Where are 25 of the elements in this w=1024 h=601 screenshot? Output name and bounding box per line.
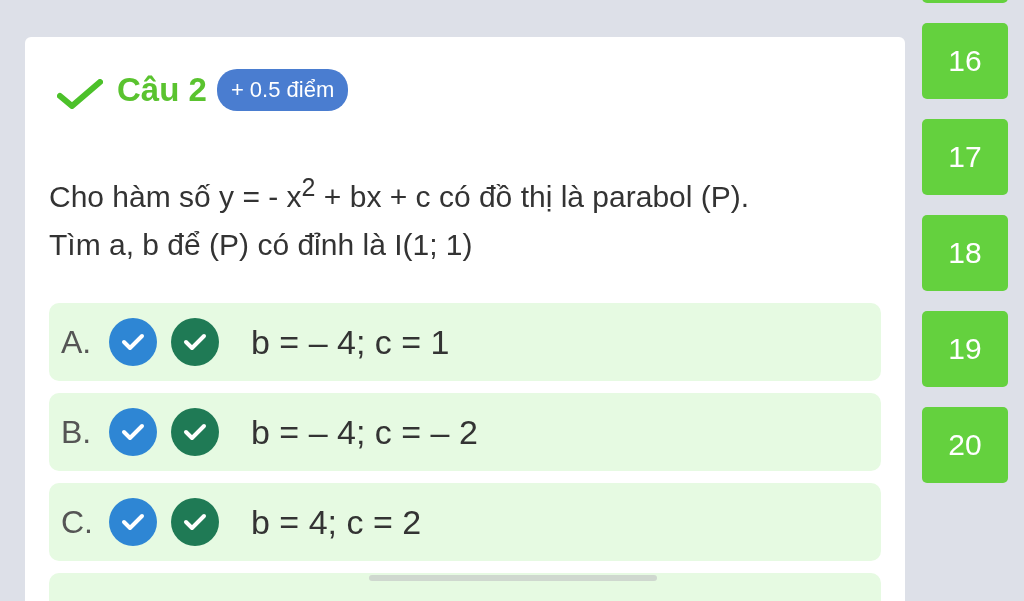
check-circle-icon <box>109 408 157 456</box>
check-circle-icon <box>171 498 219 546</box>
question-text: Tìm a, b để (P) có đỉnh là I(1; 1) <box>49 227 474 263</box>
option-letter: B. <box>61 413 93 451</box>
option-text: b = 4; c = 2 <box>251 502 422 542</box>
option-text: b = – 4; c = – 2 <box>251 412 478 452</box>
question-number-button[interactable]: 18 <box>922 215 1008 291</box>
points-badge: + 0.5 điểm <box>216 69 349 111</box>
option-letter: A. <box>61 323 93 361</box>
check-circle-icon <box>109 318 157 366</box>
option-letter: C. <box>61 503 94 541</box>
question-number-button[interactable]: 19 <box>922 311 1008 387</box>
check-circle-icon <box>109 498 157 546</box>
question-number-button[interactable]: 20 <box>922 407 1008 483</box>
question-number-button[interactable]: 17 <box>922 119 1008 195</box>
check-circle-icon <box>171 318 219 366</box>
answer-option[interactable]: B. b = – 4; c = – 2 <box>49 393 881 471</box>
option-text: b = – 4; c = 1 <box>251 322 450 362</box>
scrollbar-thumb[interactable] <box>369 575 657 581</box>
answer-option[interactable]: A. b = – 4; c = 1 <box>49 303 881 381</box>
answer-option[interactable]: C. b = 4; c = 2 <box>49 483 881 561</box>
question-title: Câu 2 <box>117 71 207 109</box>
check-circle-icon <box>171 408 219 456</box>
question-text: Cho hàm số y = - x$^{2}$ + bx + c có đồ thị là parabol (P). <box>49 172 751 215</box>
question-number-button[interactable]: 16 <box>922 23 1008 99</box>
